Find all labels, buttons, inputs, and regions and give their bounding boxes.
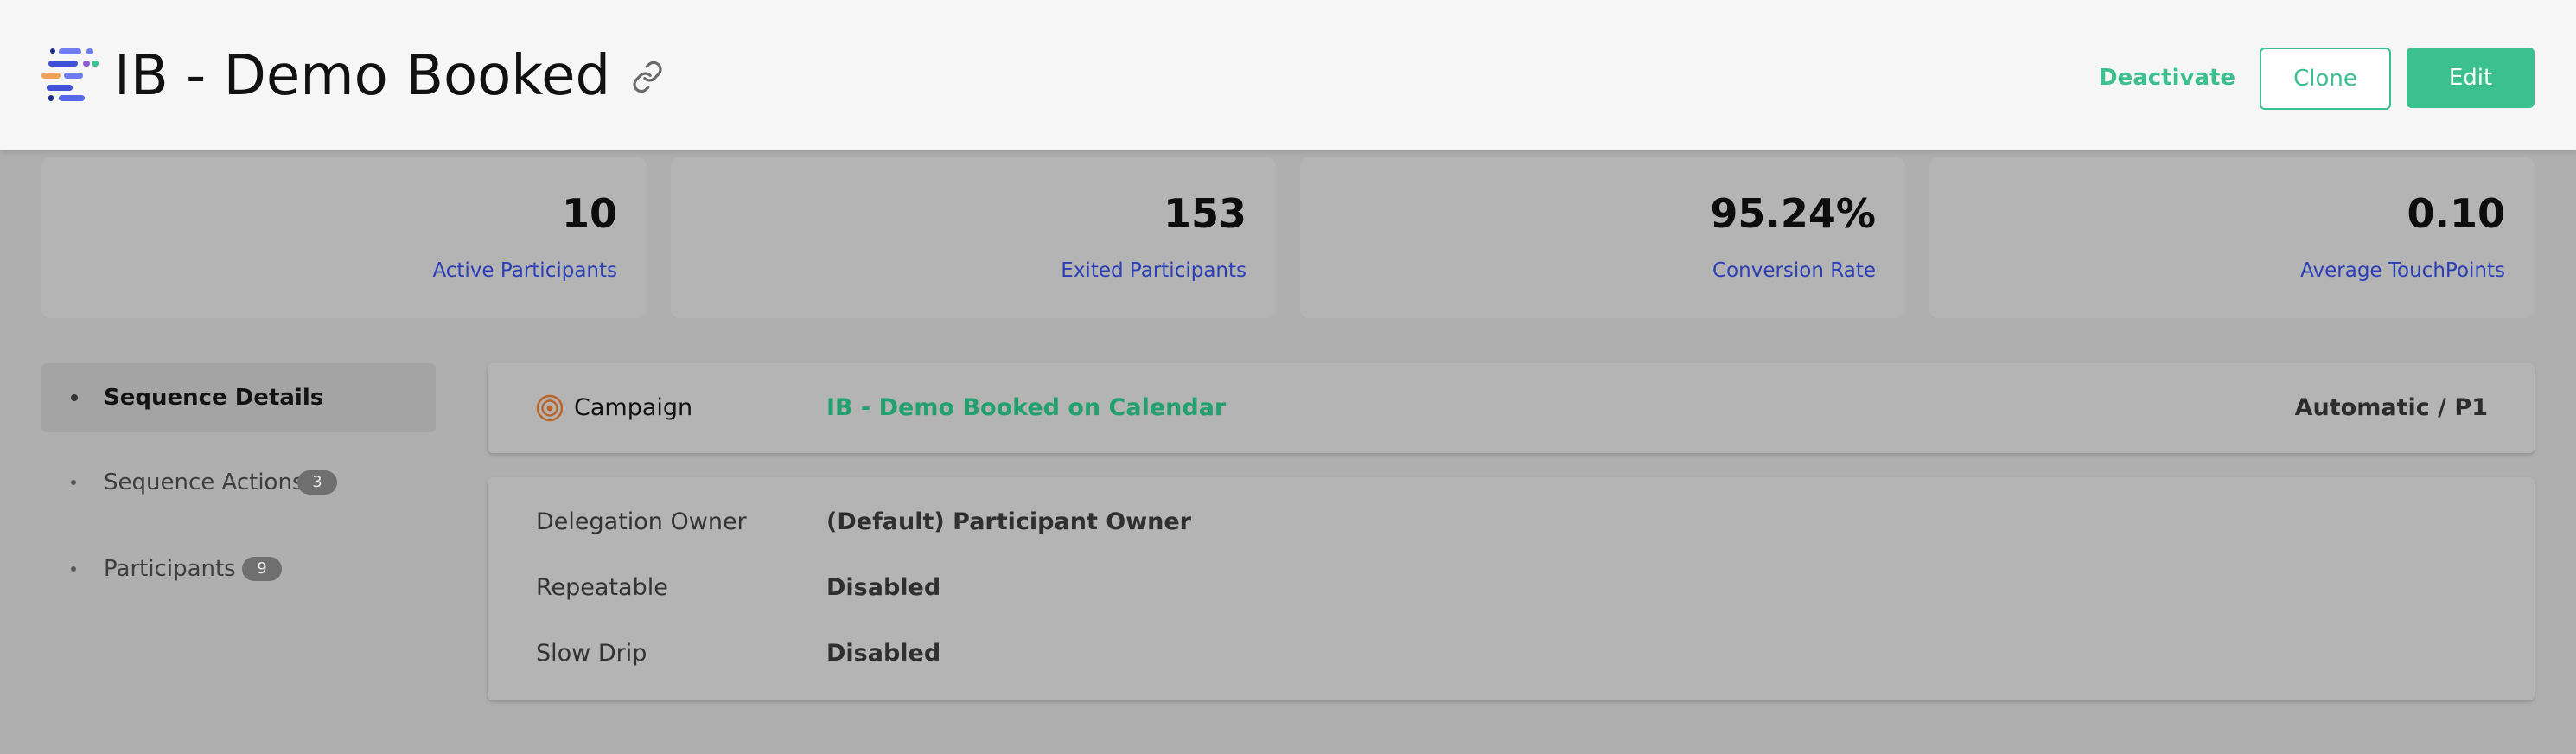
stat-card-average-touchpoints: 0.10 Average TouchPoints xyxy=(1929,157,2535,318)
campaign-row: Campaign IB - Demo Booked on Calendar Au… xyxy=(488,363,2535,453)
stat-value: 153 xyxy=(1163,190,1247,237)
count-badge: 9 xyxy=(242,557,282,581)
sequence-details-card: Delegation Owner (Default) Participant O… xyxy=(488,477,2535,700)
campaign-link[interactable]: IB - Demo Booked on Calendar xyxy=(826,393,1226,424)
deactivate-button[interactable]: Deactivate xyxy=(2099,48,2235,107)
stat-label: Average TouchPoints xyxy=(2300,259,2505,282)
detail-value-repeatable: Disabled xyxy=(826,574,941,601)
sequence-logo-icon xyxy=(41,48,99,101)
sidebar-item-sequence-actions[interactable]: Sequence Actions 3 xyxy=(41,448,436,517)
sidebar-item-label: Participants xyxy=(104,556,236,582)
stat-value: 0.10 xyxy=(2407,190,2506,237)
detail-key-delegation-owner: Delegation Owner xyxy=(536,508,747,535)
sidebar-item-label: Sequence Actions xyxy=(104,470,304,495)
stat-label: Conversion Rate xyxy=(1712,259,1876,282)
detail-key-slow-drip: Slow Drip xyxy=(536,640,647,667)
stat-card-active-participants: 10 Active Participants xyxy=(41,157,647,318)
count-badge: 3 xyxy=(297,470,337,495)
bullet xyxy=(71,394,78,401)
stat-value: 95.24% xyxy=(1710,190,1876,237)
clone-button[interactable]: Clone xyxy=(2260,48,2391,110)
sidebar-item-participants[interactable]: Participants 9 xyxy=(41,534,436,604)
stat-value: 10 xyxy=(561,190,617,237)
bullet xyxy=(71,480,76,485)
stat-label: Exited Participants xyxy=(1061,259,1247,282)
page-title: IB - Demo Booked xyxy=(114,44,611,108)
link-icon[interactable] xyxy=(631,61,664,93)
campaign-label: Campaign xyxy=(574,394,693,421)
sidebar-item-label: Sequence Details xyxy=(104,385,324,411)
page-header: IB - Demo Booked Deactivate Clone Edit xyxy=(0,0,2576,150)
stat-label: Active Participants xyxy=(432,259,617,282)
stat-card-conversion-rate: 95.24% Conversion Rate xyxy=(1300,157,1905,318)
campaign-mode: Automatic / P1 xyxy=(2294,394,2488,421)
bullet xyxy=(71,566,76,572)
detail-value-slow-drip: Disabled xyxy=(826,640,941,667)
edit-button[interactable]: Edit xyxy=(2407,48,2535,108)
sidebar-item-sequence-details[interactable]: Sequence Details xyxy=(41,363,436,432)
stat-card-exited-participants: 153 Exited Participants xyxy=(671,157,1276,318)
detail-value-delegation-owner: (Default) Participant Owner xyxy=(826,508,1191,535)
detail-key-repeatable: Repeatable xyxy=(536,574,668,601)
target-icon xyxy=(536,394,564,422)
